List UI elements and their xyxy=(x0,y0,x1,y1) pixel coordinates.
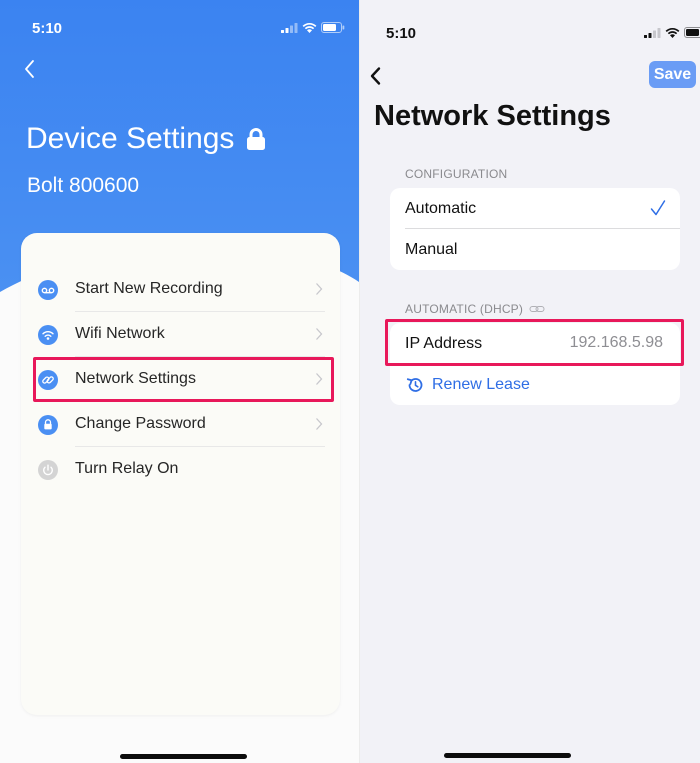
config-option-manual[interactable]: Manual xyxy=(390,229,680,270)
page-title-text: Device Settings xyxy=(26,122,235,155)
status-time: 5:10 xyxy=(32,20,63,37)
history-icon xyxy=(406,378,423,392)
menu-item-label: Turn Relay On xyxy=(75,460,179,477)
home-indicator xyxy=(444,753,571,758)
page-title: Network Settings xyxy=(374,100,611,132)
wifi-status-icon xyxy=(665,27,680,38)
configuration-group: Automatic Manual xyxy=(390,188,680,270)
menu-item-label: Start New Recording xyxy=(75,280,223,297)
voicemail-icon xyxy=(38,280,58,300)
dhcp-header-text: AUTOMATIC (DHCP) xyxy=(405,302,524,316)
highlight-box xyxy=(33,357,334,402)
battery-icon xyxy=(684,27,700,38)
menu-item-start-new-recording[interactable]: Start New Recording xyxy=(21,267,340,312)
highlight-box xyxy=(385,319,684,366)
chevron-right-icon xyxy=(316,283,323,295)
back-button[interactable] xyxy=(369,66,382,86)
menu-item-label: Wifi Network xyxy=(75,325,165,342)
menu-item-change-password[interactable]: Change Password xyxy=(21,402,340,447)
save-button[interactable]: Save xyxy=(649,61,696,88)
config-option-label: Manual xyxy=(405,240,458,258)
status-icons xyxy=(281,22,345,33)
status-time: 5:10 xyxy=(386,25,417,42)
device-settings-screen: 5:10 Device Settings Bolt 800600 Start N… xyxy=(0,0,359,763)
lock-icon xyxy=(38,415,58,435)
checkmark-icon xyxy=(650,200,666,216)
renew-lease-label: Renew Lease xyxy=(432,376,530,393)
page-title: Device Settings xyxy=(26,122,266,156)
menu-item-turn-relay-on[interactable]: Turn Relay On xyxy=(21,447,340,492)
menu-item-label: Change Password xyxy=(75,415,206,432)
menu-item-wifi-network[interactable]: Wifi Network xyxy=(21,312,340,357)
battery-icon xyxy=(321,22,345,33)
status-bar: 5:10 xyxy=(360,0,700,52)
config-option-label: Automatic xyxy=(405,199,477,217)
status-icons xyxy=(644,27,700,38)
wifi-status-icon xyxy=(302,22,317,33)
configuration-section-header: CONFIGURATION xyxy=(405,167,508,181)
link-icon xyxy=(529,306,545,312)
signal-icon xyxy=(281,23,298,33)
power-icon xyxy=(38,460,58,480)
chevron-right-icon xyxy=(316,418,323,430)
dhcp-section-header: AUTOMATIC (DHCP) xyxy=(405,302,545,316)
config-option-automatic[interactable]: Automatic xyxy=(390,188,680,229)
network-settings-screen: 5:10 Save Network Settings CONFIGURATION… xyxy=(359,0,700,763)
wifi-icon xyxy=(38,325,58,345)
lock-icon xyxy=(247,128,266,150)
home-indicator xyxy=(120,754,247,759)
chevron-right-icon xyxy=(316,328,323,340)
renew-lease-button[interactable]: Renew Lease xyxy=(390,364,680,405)
signal-icon xyxy=(644,28,661,38)
back-button[interactable] xyxy=(22,58,36,80)
settings-card: Start New Recording Wifi Network Network… xyxy=(21,233,340,715)
device-name: Bolt 800600 xyxy=(27,174,140,197)
status-bar: 5:10 xyxy=(0,0,359,52)
